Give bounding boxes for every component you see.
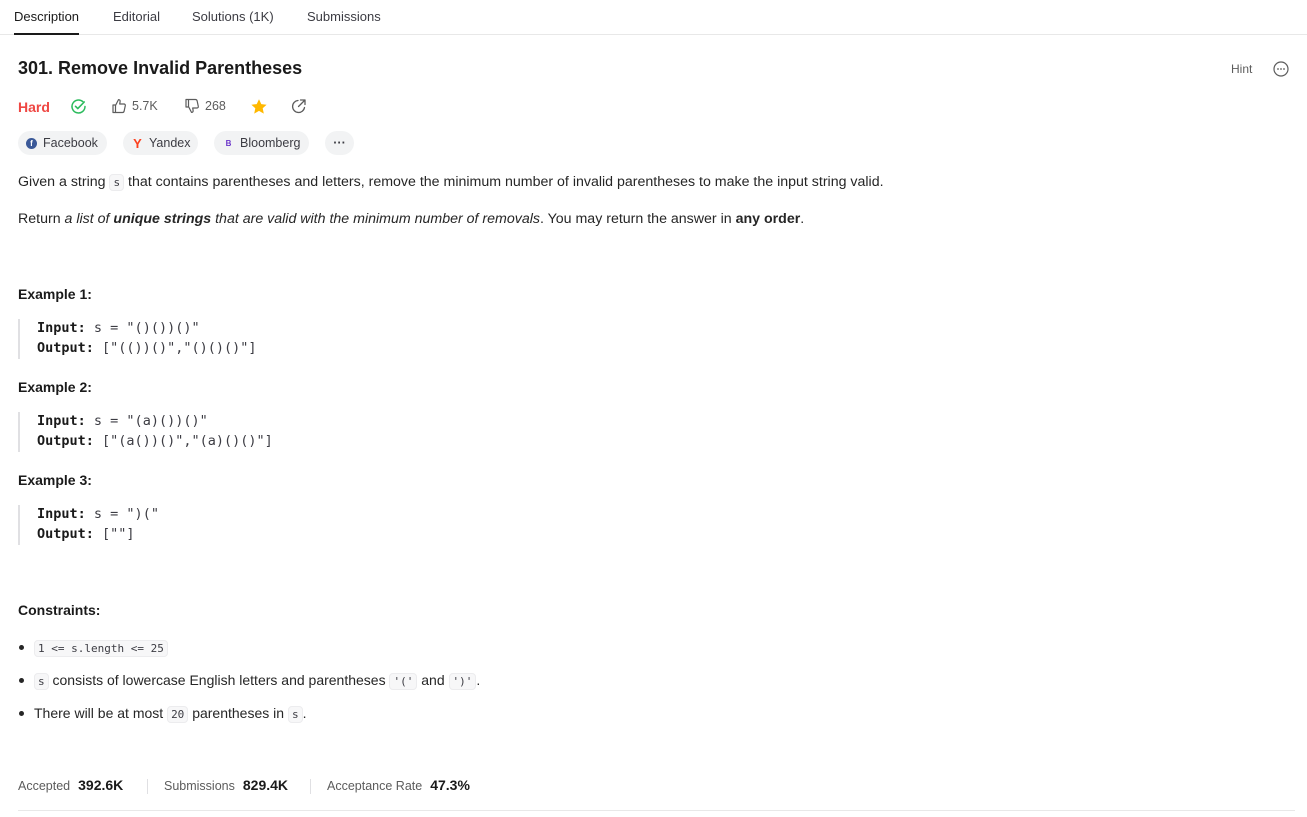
- thumbs-down-icon: [185, 98, 199, 113]
- tab-solutions[interactable]: Solutions (1K): [192, 0, 274, 34]
- acceptance-stats: Accepted 392.6K Submissions 829.4K Accepta…: [18, 777, 618, 797]
- example-3-heading: Example 3:: [18, 472, 92, 488]
- divider: [18, 810, 1295, 811]
- inline-code: s: [109, 174, 125, 191]
- acceptance-rate-stat: Acceptance Rate 47.3%: [327, 777, 470, 793]
- problem-meta: Hard 5.7K 268: [18, 96, 418, 118]
- tab-submissions[interactable]: Submissions: [307, 0, 381, 34]
- example-3-block: Input: s = ")(" Output: [""]: [18, 505, 420, 545]
- example-1-block: Input: s = "()())()" Output: ["(())()","…: [18, 319, 420, 359]
- example-2-block: Input: s = "(a)())()" Output: ["(a())()"…: [18, 412, 420, 452]
- example-output: Output: [""]: [37, 526, 135, 542]
- constraint-item: 1 <= s.length <= 25: [18, 634, 480, 667]
- difficulty-badge: Hard: [18, 99, 50, 115]
- tab-editorial[interactable]: Editorial: [113, 0, 160, 34]
- company-chip-yandex[interactable]: Y Yandex: [123, 131, 198, 155]
- constraints-heading: Constraints:: [18, 602, 101, 618]
- constraint-item: There will be at most 20 parentheses in …: [18, 700, 480, 733]
- more-options-icon[interactable]: [1273, 61, 1289, 77]
- example-output: Output: ["(())()","()()()"]: [37, 340, 257, 356]
- stat-divider: [147, 779, 148, 794]
- example-input: Input: s = "()())()": [37, 320, 200, 336]
- submissions-stat: Submissions 829.4K: [164, 777, 289, 793]
- hint-button[interactable]: Hint: [1231, 62, 1252, 76]
- example-input: Input: s = ")(": [37, 506, 159, 522]
- problem-tabs: Description Editorial Solutions (1K) Sub…: [0, 0, 1307, 35]
- bloomberg-icon: B: [225, 138, 232, 148]
- description-paragraph-2: Return a list of unique strings that are…: [18, 211, 805, 227]
- like-button[interactable]: 5.7K: [111, 98, 158, 114]
- company-name: Facebook: [43, 136, 98, 150]
- example-2-heading: Example 2:: [18, 379, 92, 395]
- constraint-item: s consists of lowercase English letters …: [18, 667, 480, 700]
- accepted-stat: Accepted 392.6K: [18, 777, 124, 793]
- star-icon: [251, 99, 267, 114]
- example-output: Output: ["(a())()","(a)()()"]: [37, 433, 273, 449]
- company-tags: f Facebook Y Yandex B Bloomberg ···: [18, 131, 618, 155]
- facebook-icon: f: [26, 137, 37, 149]
- company-name: Bloomberg: [240, 136, 301, 150]
- solved-check-icon: [71, 99, 86, 114]
- share-icon: [291, 99, 306, 114]
- thumbs-up-icon: [112, 99, 126, 114]
- dislike-count: 268: [205, 99, 226, 113]
- company-chip-bloomberg[interactable]: B Bloomberg: [214, 131, 309, 155]
- share-button[interactable]: [290, 98, 307, 115]
- constraints-list: 1 <= s.length <= 25 s consists of lowerc…: [18, 634, 480, 733]
- stat-divider: [310, 779, 311, 794]
- problem-title[interactable]: 301. Remove Invalid Parentheses: [18, 58, 302, 79]
- yandex-icon: Y: [133, 135, 142, 151]
- favorite-button[interactable]: [250, 98, 268, 116]
- more-companies-button[interactable]: ···: [325, 131, 354, 155]
- company-chip-facebook[interactable]: f Facebook: [18, 131, 107, 155]
- example-input: Input: s = "(a)())()": [37, 413, 208, 429]
- example-1-heading: Example 1:: [18, 286, 92, 302]
- solved-status: [70, 98, 87, 115]
- dislike-button[interactable]: 268: [184, 98, 226, 114]
- company-name: Yandex: [149, 136, 191, 150]
- description-paragraph-1: Given a string s that contains parenthes…: [18, 174, 884, 191]
- like-count: 5.7K: [132, 99, 158, 113]
- tab-description[interactable]: Description: [14, 0, 80, 35]
